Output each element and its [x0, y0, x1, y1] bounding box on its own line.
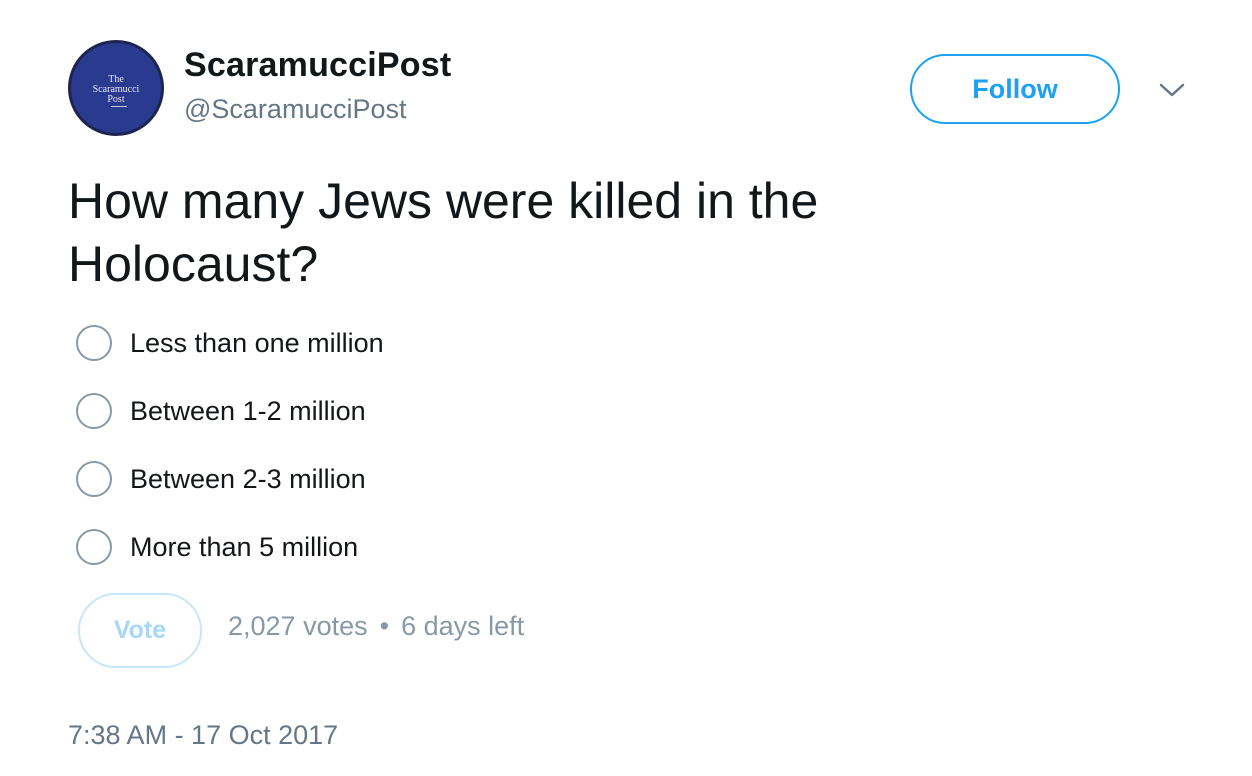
poll-option-label: Between 1-2 million — [130, 395, 366, 426]
avatar[interactable]: The Scaramucci Post — [68, 40, 164, 136]
more-options-button[interactable] — [1156, 76, 1188, 104]
tweet-card: The Scaramucci Post ScaramucciPost @Scar… — [0, 0, 1252, 776]
chevron-down-icon — [1159, 83, 1185, 97]
poll-option-1[interactable]: Less than one million — [76, 324, 496, 362]
poll-option-label: More than 5 million — [130, 531, 359, 562]
time-left: 6 days left — [401, 611, 525, 641]
vote-button[interactable]: Vote — [78, 593, 202, 668]
radio-button[interactable] — [76, 529, 112, 565]
radio-button[interactable] — [76, 461, 112, 497]
author-display-name[interactable]: ScaramucciPost — [184, 46, 451, 85]
poll-option-2[interactable]: Between 1-2 million — [76, 392, 496, 430]
vote-count: 2,027 votes — [228, 611, 368, 641]
poll-option-label: Between 2-3 million — [130, 463, 366, 494]
separator-dot: • — [379, 611, 390, 641]
poll-option-4[interactable]: More than 5 million — [76, 528, 496, 566]
follow-button[interactable]: Follow — [910, 54, 1120, 124]
radio-button[interactable] — [76, 393, 112, 429]
author-handle[interactable]: @ScaramucciPost — [184, 94, 406, 125]
avatar-logo-rule — [111, 106, 127, 107]
avatar-logo: The Scaramucci Post — [92, 74, 140, 105]
tweet-timestamp[interactable]: 7:38 AM - 17 Oct 2017 — [68, 720, 338, 751]
poll-option-label: Less than one million — [130, 327, 384, 358]
poll-meta: 2,027 votes • 6 days left — [228, 611, 524, 642]
tweet-text: How many Jews were killed in the Holocau… — [68, 173, 819, 292]
poll-option-3[interactable]: Between 2-3 million — [76, 460, 496, 498]
radio-button[interactable] — [76, 325, 112, 361]
